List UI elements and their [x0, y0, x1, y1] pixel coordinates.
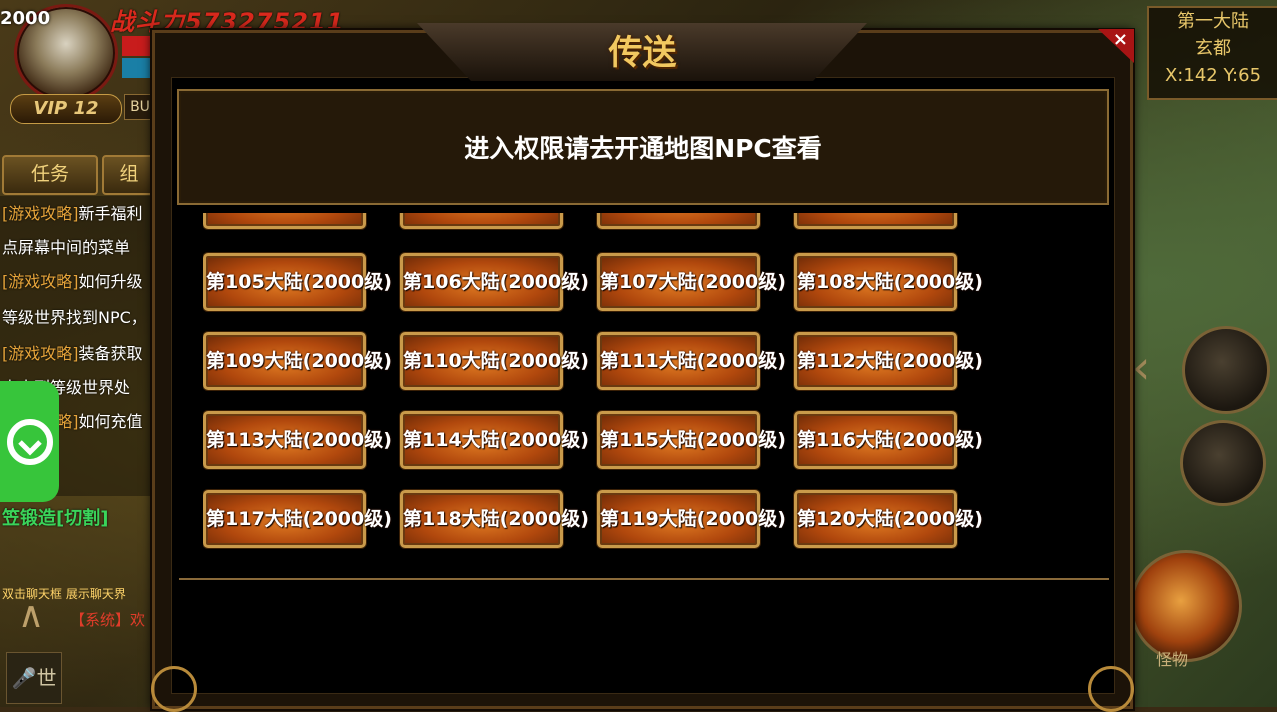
notice-banner: 进入权限请去开通地图NPC查看	[177, 89, 1109, 205]
tab-team[interactable]: 组	[102, 155, 156, 195]
expand-arrow-icon[interactable]: ‹	[1132, 340, 1150, 394]
continent-grid[interactable]: 第105大陆(2000级) 第106大陆(2000级) 第107大陆(2000级…	[203, 213, 983, 553]
continent-button[interactable]: 第114大陆(2000级)	[400, 411, 589, 469]
tab-task[interactable]: 任务	[2, 155, 98, 195]
collapse-arrow-icon[interactable]: ∧	[6, 596, 56, 636]
chat-line: 等级世界找到NPC，	[2, 308, 147, 327]
teleport-dialog: 传送 × 进入权限请去开通地图NPC查看 第105大陆(2000级) 第106大…	[151, 23, 1134, 712]
system-message: 【系统】欢	[70, 611, 146, 629]
continent-button[interactable]: 第116大陆(2000级)	[794, 411, 983, 469]
dialog-title: 传送	[608, 33, 677, 73]
map-name: 第一大陆	[1177, 11, 1249, 32]
continent-button[interactable]: 第115大陆(2000级)	[597, 411, 786, 469]
corner-ornament-icon	[151, 666, 197, 712]
continent-button[interactable]: 第105大陆(2000级)	[203, 253, 392, 311]
continent-button-partial[interactable]	[597, 213, 760, 229]
forge-message: 笠锻造[切割]	[2, 508, 109, 529]
continent-button[interactable]: 第112大陆(2000级)	[794, 332, 983, 390]
app-logo-icon	[6, 418, 53, 465]
divider	[179, 578, 1109, 580]
continent-button[interactable]: 第108大陆(2000级)	[794, 253, 983, 311]
chat-line: [游戏攻略]如何升级	[2, 272, 143, 291]
vip-badge[interactable]: VIP 12	[10, 94, 122, 124]
continent-button[interactable]: 第106大陆(2000级)	[400, 253, 589, 311]
voice-chat-button[interactable]: 🎤世	[6, 652, 62, 704]
continent-button[interactable]: 第109大陆(2000级)	[203, 332, 392, 390]
monster-target-label: 怪物	[1156, 650, 1189, 669]
continent-button-partial[interactable]	[203, 213, 366, 229]
continent-button-partial[interactable]	[794, 213, 957, 229]
notice-text: 进入权限请去开通地图NPC查看	[464, 134, 822, 163]
continent-button[interactable]: 第118大陆(2000级)	[400, 490, 589, 548]
mic-icon: 🎤	[11, 666, 37, 690]
continent-button-partial[interactable]	[400, 213, 563, 229]
corner-ornament-icon	[1088, 666, 1134, 712]
continent-button[interactable]: 第117大陆(2000级)	[203, 490, 392, 548]
map-coords: X:142 Y:65	[1164, 65, 1262, 86]
skill-button[interactable]	[1182, 326, 1270, 414]
continent-button[interactable]: 第113大陆(2000级)	[203, 411, 392, 469]
floating-app-icon[interactable]	[0, 381, 59, 502]
chat-line: 点屏幕中间的菜单	[2, 238, 131, 257]
player-level: 2000	[0, 8, 51, 29]
continent-button[interactable]: 第120大陆(2000级)	[794, 490, 983, 548]
continent-button[interactable]: 第107大陆(2000级)	[597, 253, 786, 311]
chat-line: [游戏攻略]新手福利	[2, 204, 143, 223]
skill-button[interactable]	[1180, 420, 1266, 506]
continent-button[interactable]: 第111大陆(2000级)	[597, 332, 786, 390]
map-info-panel[interactable]: 第一大陆 玄都 X:142 Y:65	[1147, 6, 1277, 100]
continent-button[interactable]: 第110大陆(2000级)	[400, 332, 589, 390]
world-channel-label: 世	[36, 666, 57, 690]
map-city: 玄都	[1195, 38, 1231, 59]
chat-line: [游戏攻略]装备获取	[2, 344, 143, 363]
continent-button[interactable]: 第119大陆(2000级)	[597, 490, 786, 548]
